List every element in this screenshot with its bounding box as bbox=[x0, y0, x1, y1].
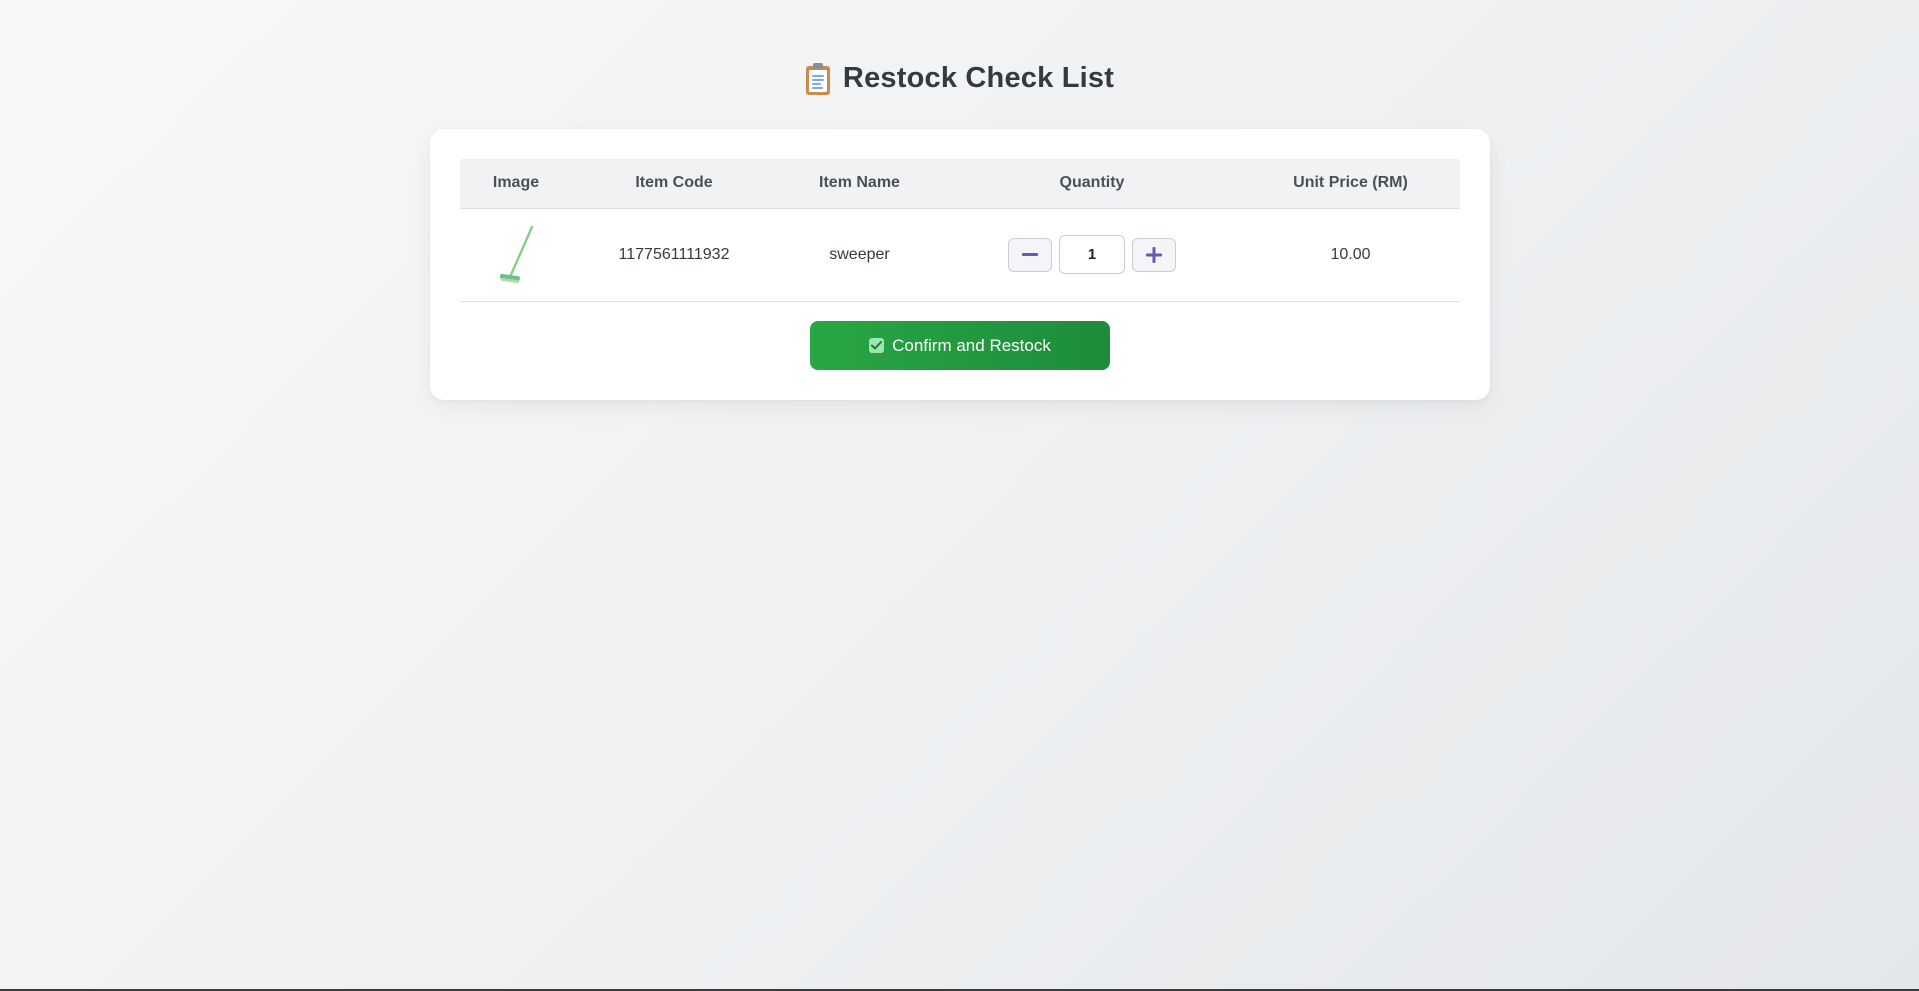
clipboard-icon bbox=[805, 62, 831, 95]
restock-card: Image Item Code Item Name Quantity Unit … bbox=[430, 129, 1490, 400]
column-header-item-name: Item Name bbox=[776, 159, 943, 209]
decrement-button[interactable] bbox=[1008, 237, 1052, 272]
confirm-restock-label: Confirm and Restock bbox=[892, 335, 1051, 355]
broom-icon bbox=[499, 225, 534, 283]
quantity-cell bbox=[943, 208, 1241, 302]
page-header: Restock Check List bbox=[0, 62, 1919, 95]
item-image-cell bbox=[460, 208, 572, 302]
minus-icon bbox=[1022, 252, 1038, 256]
table-header-row: Image Item Code Item Name Quantity Unit … bbox=[460, 159, 1460, 209]
check-box-icon bbox=[869, 338, 885, 353]
item-name-cell: sweeper bbox=[776, 208, 943, 302]
item-code-cell: 1177561111932 bbox=[572, 208, 776, 302]
plus-icon bbox=[1146, 246, 1162, 263]
column-header-item-code: Item Code bbox=[572, 159, 776, 209]
restock-table: Image Item Code Item Name Quantity Unit … bbox=[460, 159, 1460, 302]
column-header-image: Image bbox=[460, 159, 572, 209]
column-header-unit-price: Unit Price (RM) bbox=[1241, 159, 1460, 209]
confirm-restock-button[interactable]: Confirm and Restock bbox=[810, 321, 1110, 370]
quantity-stepper bbox=[1008, 235, 1176, 274]
unit-price-cell: 10.00 bbox=[1241, 208, 1460, 302]
increment-button[interactable] bbox=[1132, 237, 1176, 272]
table-row: 1177561111932 sweeper 10.00 bbox=[460, 208, 1460, 302]
column-header-quantity: Quantity bbox=[943, 159, 1241, 209]
quantity-input[interactable] bbox=[1059, 235, 1125, 274]
page-title: Restock Check List bbox=[842, 62, 1115, 94]
